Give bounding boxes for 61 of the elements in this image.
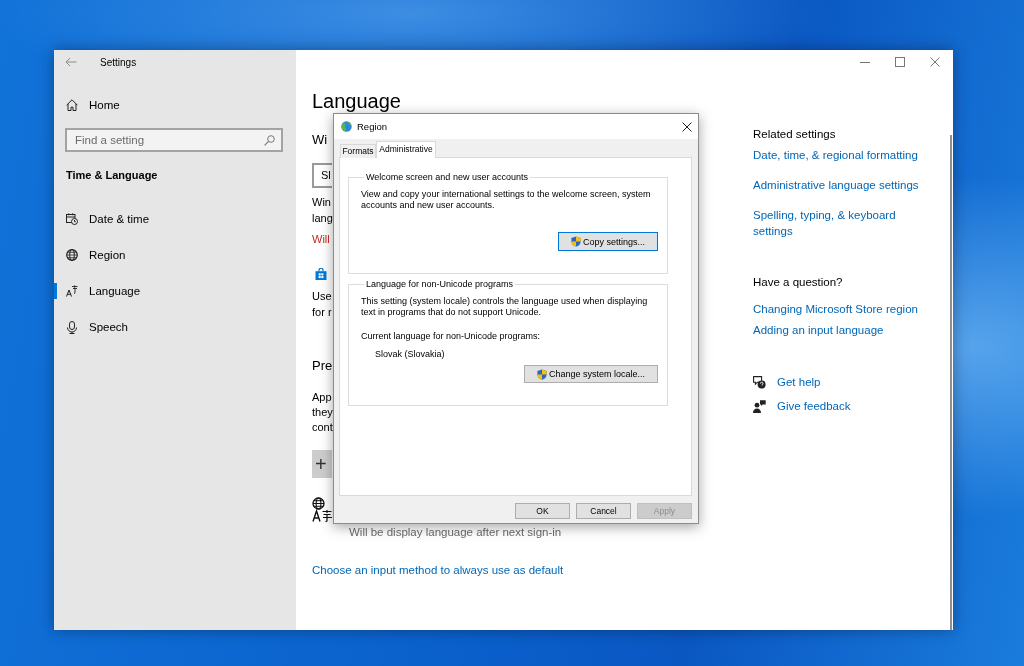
help-article-link[interactable]: Changing Microsoft Store region xyxy=(753,301,918,317)
scroll-bar[interactable] xyxy=(950,135,952,630)
back-arrow-icon[interactable] xyxy=(65,57,77,67)
warning-text: Will xyxy=(312,232,330,247)
help-link[interactable]: Get help xyxy=(753,374,821,390)
store-text: for r xyxy=(312,305,332,320)
search-field[interactable]: Find a setting xyxy=(65,128,283,152)
globe-icon xyxy=(341,121,352,132)
home-icon xyxy=(66,99,78,111)
dialog-button[interactable]: Cancel xyxy=(576,503,631,519)
dialog-tab[interactable]: Formats xyxy=(340,144,376,158)
home-nav-item[interactable]: Home xyxy=(54,95,124,115)
description-text: View and copy your international settings to the welcome screen, system accounts and new user accounts. xyxy=(361,189,652,211)
shield-icon xyxy=(536,368,547,380)
person-bubble-icon xyxy=(753,399,766,413)
related-link[interactable]: Date, time, & regional formatting xyxy=(753,147,918,163)
section-heading: Have a question? xyxy=(753,275,843,290)
input-method-link[interactable]: Choose an input method to always use as default xyxy=(312,562,564,578)
related-link[interactable]: Spelling, typing, & keyboard settings xyxy=(753,208,933,239)
description-text: lang xyxy=(312,211,333,226)
shield-icon xyxy=(570,236,581,247)
microphone-icon xyxy=(66,320,78,334)
action-button[interactable]: Change system locale... xyxy=(523,365,658,383)
calendar-clock-icon xyxy=(66,213,78,225)
description-text: App xyxy=(312,390,332,405)
section-heading: Wi xyxy=(312,131,328,149)
globe-letters-icon xyxy=(312,497,332,522)
section-heading: Related settings xyxy=(753,127,836,142)
current-language-label: Current language for non-Unicode programs: xyxy=(361,331,541,342)
nav-item[interactable]: Date & time xyxy=(54,201,296,237)
letters-icon xyxy=(66,285,78,297)
window-title: Settings xyxy=(100,56,137,68)
shopping-bag-icon xyxy=(315,268,327,280)
dialog-tab[interactable]: Administrative xyxy=(376,141,436,158)
description-text: they xyxy=(312,405,333,420)
help-link[interactable]: Give feedback xyxy=(753,398,851,414)
section-heading: Pre xyxy=(312,357,333,375)
status-text: Will be display language after next sign-in xyxy=(349,525,562,540)
maximize-icon[interactable] xyxy=(895,57,905,67)
nav-item[interactable]: Region xyxy=(54,237,296,273)
section-title: Time & Language xyxy=(66,168,158,183)
add-button[interactable]: + xyxy=(312,450,332,478)
dialog-title: Region xyxy=(357,121,388,132)
description-text: This setting (system locale) controls the language used when displaying text in programs that do not support Unicode. xyxy=(361,296,649,318)
dialog-button: Apply xyxy=(637,503,692,519)
search-icon xyxy=(264,134,275,146)
close-icon[interactable] xyxy=(682,121,692,132)
description-text: Win xyxy=(312,195,331,210)
nav-item[interactable]: Speech xyxy=(54,309,296,345)
description-text: cont xyxy=(312,420,333,435)
globe-icon xyxy=(66,249,78,261)
group-title: Welcome screen and new user accounts xyxy=(365,171,529,183)
action-button[interactable]: Copy settings... xyxy=(557,232,658,251)
help-article-link[interactable]: Adding an input language xyxy=(753,322,884,338)
store-text: Use xyxy=(312,289,332,304)
related-link[interactable]: Administrative language settings xyxy=(753,177,919,193)
current-language-value: Slovak (Slovakia) xyxy=(375,349,445,360)
group-title: Language for non-Unicode programs xyxy=(365,278,515,290)
chat-bubbles-icon xyxy=(753,375,766,389)
page-title: Language xyxy=(312,90,401,112)
dialog-button[interactable]: OK xyxy=(515,503,570,519)
